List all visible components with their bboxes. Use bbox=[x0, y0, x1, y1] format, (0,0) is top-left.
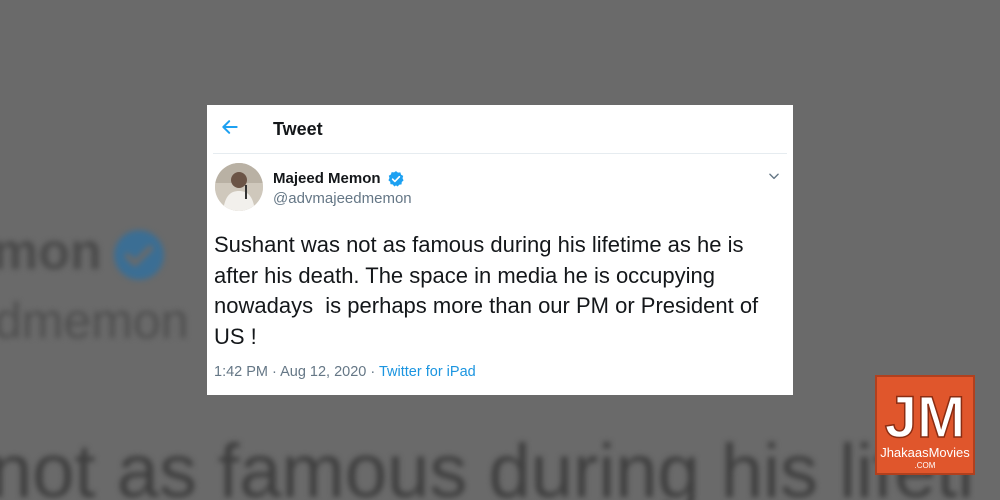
arrow-left-icon[interactable] bbox=[220, 117, 240, 137]
header-divider bbox=[213, 153, 787, 154]
meta-separator: · bbox=[366, 364, 379, 380]
avatar[interactable] bbox=[215, 163, 263, 211]
verified-badge-icon bbox=[388, 171, 404, 187]
tweet-meta: 1:42 PM · Aug 12, 2020 · Twitter for iPa… bbox=[214, 364, 476, 380]
watermark-domain: .COM bbox=[915, 461, 936, 470]
watermark-logo: JM JhakaasMovies .COM bbox=[875, 375, 975, 475]
watermark-letters: JM bbox=[885, 385, 966, 450]
tweet-card: Tweet Majeed Memon @advmajeedmemon Susha… bbox=[207, 105, 793, 395]
tweet-header: Tweet bbox=[207, 105, 793, 153]
background-text-fragment: not as famous during his lifeti bbox=[0, 429, 975, 500]
meta-separator: · bbox=[268, 364, 281, 380]
header-title: Tweet bbox=[273, 119, 323, 139]
background-verified-icon bbox=[114, 230, 164, 280]
chevron-down-icon[interactable] bbox=[767, 169, 781, 183]
author-name[interactable]: Majeed Memon bbox=[273, 170, 381, 187]
tweet-source-link[interactable]: Twitter for iPad bbox=[379, 364, 476, 380]
tweet-date[interactable]: Aug 12, 2020 bbox=[280, 364, 366, 380]
avatar-image bbox=[215, 163, 263, 211]
background-name-fragment: mon bbox=[0, 223, 102, 281]
background-handle-fragment: dmemon bbox=[0, 293, 189, 349]
watermark-graphic: JM JhakaasMovies .COM bbox=[880, 384, 970, 470]
tweet-time[interactable]: 1:42 PM bbox=[214, 364, 268, 380]
watermark-name: JhakaasMovies bbox=[880, 445, 970, 460]
author-handle[interactable]: @advmajeedmemon bbox=[273, 190, 412, 207]
tweet-text: Sushant was not as famous during his lif… bbox=[214, 232, 759, 349]
